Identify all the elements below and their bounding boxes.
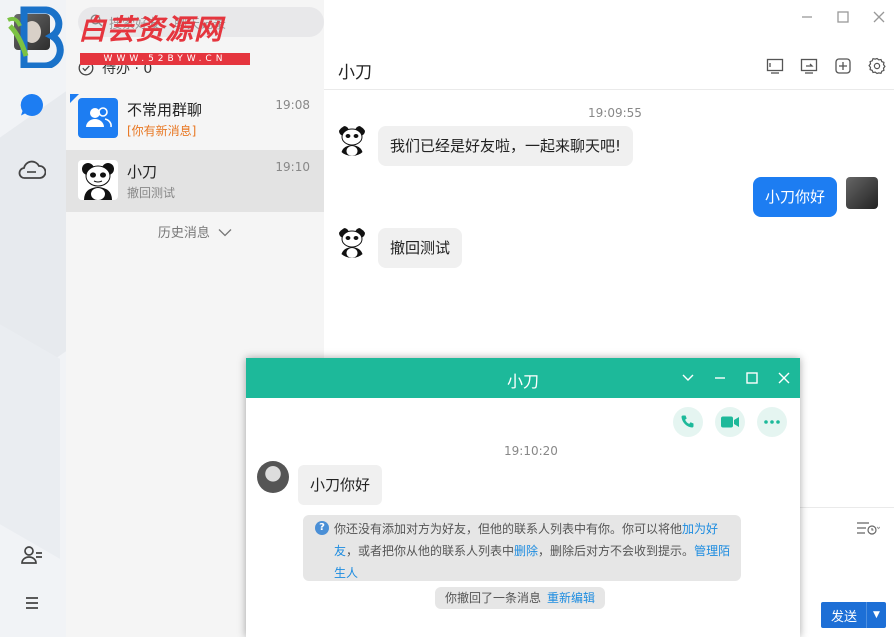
question-icon: ? — [315, 521, 329, 535]
screen-share-button[interactable] — [766, 57, 784, 75]
send-label: 发送 — [831, 609, 858, 625]
incoming-message: 撤回测试 — [378, 228, 463, 268]
voice-call-button[interactable] — [673, 407, 703, 437]
chat-title: 小刀 — [338, 63, 372, 83]
remote-assist-button[interactable] — [800, 57, 818, 75]
maximize-button[interactable] — [836, 10, 850, 24]
re-edit-link[interactable]: 重新编辑 — [547, 591, 595, 605]
conversation-item-xiaodao[interactable]: 小刀 撤回测试 19:10 — [66, 150, 324, 212]
popup-close-button[interactable] — [776, 370, 792, 386]
remote-screen-icon — [800, 58, 818, 74]
self-avatar — [846, 177, 878, 209]
popup-timestamp: 19:10:20 — [504, 444, 558, 458]
send-options-icon[interactable]: ▼ — [866, 602, 886, 628]
left-rail — [0, 0, 66, 637]
maximize-icon — [837, 11, 849, 23]
chevron-down-icon — [682, 374, 694, 381]
notice-text: ，或者把你从他的联系人列表中 — [346, 544, 515, 558]
site-logo-icon — [7, 6, 64, 68]
panda-avatar — [336, 226, 368, 258]
watermark-url: WWW.52BYW.CN — [80, 53, 250, 65]
chat-toolbar — [766, 57, 886, 75]
gear-icon — [868, 57, 886, 75]
conversation-time: 19:10 — [275, 160, 310, 174]
outgoing-message: 小刀你好 — [752, 177, 837, 217]
recall-text: 你撤回了一条消息 — [445, 591, 542, 605]
notice-text: ，删除后对方不会收到提示。 — [538, 544, 695, 558]
delete-link[interactable]: 删除 — [514, 544, 538, 558]
window-controls — [800, 10, 886, 24]
contacts-icon[interactable] — [17, 540, 47, 570]
message-timestamp: 19:09:55 — [588, 106, 642, 120]
popup-minimize-button[interactable] — [712, 370, 728, 386]
stranger-notice: ? 你还没有添加对方为好友，但他的联系人列表中有你。你可以将他加为好友，或者把你… — [303, 515, 741, 581]
menu-icon[interactable] — [17, 588, 47, 618]
chat-popup-window: 小刀 19:10:20 小刀你好 ? 你还没有添加对方为好友，但他的联系人列表中 — [246, 358, 800, 637]
chat-bubble-icon[interactable] — [17, 90, 47, 120]
popup-message: 小刀你好 — [298, 465, 383, 505]
more-options-button[interactable] — [757, 407, 787, 437]
popup-maximize-button[interactable] — [744, 370, 760, 386]
maximize-icon — [746, 372, 758, 384]
incoming-message: 我们已经是好友啦，一起来聊天吧! — [378, 126, 634, 166]
popup-window-controls — [680, 370, 792, 386]
conversation-name: 小刀 — [127, 163, 158, 181]
conversation-name: 不常用群聊 — [127, 101, 203, 119]
watermark: 白芸资源网 — [78, 13, 224, 46]
conversation-item-group[interactable]: 不常用群聊 [你有新消息] 19:08 — [66, 88, 324, 150]
chat-header: 小刀 — [324, 44, 894, 90]
conversation-preview: 撤回测试 — [127, 186, 176, 200]
video-camera-icon — [721, 416, 739, 428]
chat-settings-button[interactable] — [868, 57, 886, 75]
popup-dropdown-button[interactable] — [680, 370, 696, 386]
conversation-time: 19:08 — [275, 98, 310, 112]
close-button[interactable] — [872, 10, 886, 24]
add-member-button[interactable] — [834, 57, 852, 75]
close-icon — [778, 372, 790, 384]
cloud-icon[interactable] — [17, 155, 47, 185]
history-label: 历史消息 — [157, 226, 210, 241]
conversation-preview: [你有新消息] — [127, 124, 197, 138]
phone-icon — [681, 415, 694, 428]
more-dots-icon — [764, 420, 780, 424]
monitor-icon — [766, 58, 784, 74]
minimize-icon — [802, 16, 812, 18]
chevron-down-icon — [218, 229, 232, 237]
group-avatar — [78, 98, 118, 138]
group-icon — [86, 107, 112, 128]
panda-avatar — [78, 160, 118, 200]
panda-avatar — [336, 124, 368, 156]
notice-text: 你还没有添加对方为好友，但他的联系人列表中有你。你可以将他 — [334, 522, 683, 536]
chat-history-icon[interactable] — [856, 520, 880, 536]
close-icon — [873, 11, 885, 23]
minimize-icon — [715, 377, 725, 379]
send-button[interactable]: 发送 ▼ — [821, 602, 886, 628]
video-call-button[interactable] — [715, 407, 745, 437]
history-messages-toggle[interactable]: 历史消息 — [66, 222, 324, 241]
recall-notice: 你撤回了一条消息 重新编辑 — [435, 587, 606, 609]
contact-avatar — [257, 461, 289, 493]
popup-title-bar[interactable]: 小刀 — [246, 358, 800, 398]
minimize-button[interactable] — [800, 10, 814, 24]
add-square-icon — [835, 58, 851, 74]
